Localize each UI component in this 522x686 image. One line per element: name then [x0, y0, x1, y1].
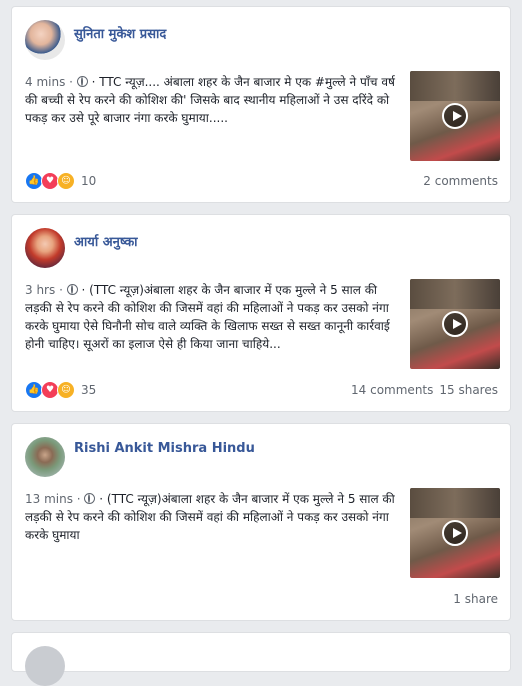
- post-stats: 1 share: [453, 592, 498, 606]
- post-time[interactable]: 13 mins: [25, 492, 73, 506]
- shares-link[interactable]: 15 shares: [439, 383, 498, 397]
- author-avatar[interactable]: [25, 20, 65, 60]
- video-thumbnail[interactable]: [410, 488, 500, 578]
- author-avatar[interactable]: [25, 228, 65, 268]
- globe-icon: [66, 284, 78, 295]
- post-stats: 2 comments: [423, 174, 498, 188]
- play-icon[interactable]: [442, 520, 468, 546]
- reaction-summary[interactable]: 👍 ♥ ☺ 10: [25, 172, 96, 190]
- author-avatar[interactable]: [25, 437, 65, 477]
- haha-icon: ☺: [57, 381, 75, 399]
- play-icon[interactable]: [442, 103, 468, 129]
- post-text: 3 hrs · · (TTC न्यूज़)अंबाला शहर के जैन …: [25, 281, 402, 353]
- post-body: · (TTC न्यूज़)अंबाला शहर के जैन बाजार मे…: [25, 283, 390, 351]
- author-name[interactable]: आर्या अनुष्का: [74, 232, 138, 250]
- reaction-count: 10: [81, 174, 97, 188]
- post-card: आर्या अनुष्का 3 hrs · · (TTC न्यूज़)अंबा…: [11, 214, 511, 412]
- author-name[interactable]: सुनिता मुकेश प्रसाद: [74, 24, 166, 42]
- post-card: [11, 632, 511, 686]
- post-card: Rishi Ankit Mishra Hindu 13 mins · · (TT…: [11, 423, 511, 621]
- post-time[interactable]: 4 mins: [25, 75, 65, 89]
- reaction-count: 35: [81, 383, 97, 397]
- post-text: 13 mins · · (TTC न्यूज़)अंबाला शहर के जै…: [25, 490, 402, 544]
- haha-icon: ☺: [57, 172, 75, 190]
- post-time[interactable]: 3 hrs: [25, 283, 55, 297]
- video-thumbnail[interactable]: [410, 71, 500, 161]
- shares-link[interactable]: 1 share: [453, 592, 498, 606]
- separator: ·: [59, 283, 67, 297]
- author-name[interactable]: Rishi Ankit Mishra Hindu: [74, 441, 255, 456]
- reaction-summary[interactable]: 👍 ♥ ☺ 35: [25, 381, 96, 399]
- post-text: 4 mins · · TTC न्यूज़.... अंबाला शहर के …: [25, 73, 402, 127]
- comments-link[interactable]: 14 comments: [351, 383, 433, 397]
- video-thumbnail[interactable]: [410, 279, 500, 369]
- separator: ·: [76, 492, 85, 506]
- globe-icon: [76, 76, 88, 87]
- play-icon[interactable]: [442, 311, 468, 337]
- separator: ·: [69, 75, 77, 89]
- post-stats: 14 comments 15 shares: [351, 383, 498, 397]
- globe-icon: [84, 493, 96, 504]
- author-avatar[interactable]: [25, 646, 65, 686]
- post-card: सुनिता मुकेश प्रसाद 4 mins · · TTC न्यूज…: [11, 6, 511, 203]
- comments-link[interactable]: 2 comments: [423, 174, 498, 188]
